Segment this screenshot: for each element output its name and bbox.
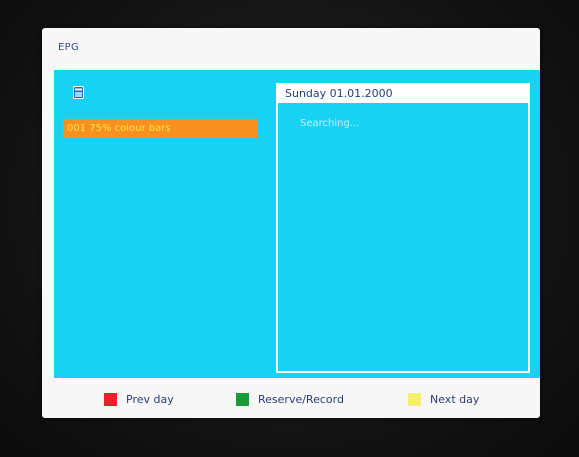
- red-key-icon: [104, 392, 117, 406]
- epg-window: EPG 001 75% colour bars Sunday 01.01.200…: [42, 28, 540, 418]
- next-day-label: Next day: [430, 392, 480, 406]
- channel-list-item[interactable]: 001 75% colour bars: [63, 119, 258, 138]
- green-key-icon: [236, 392, 249, 406]
- tv-channel-icon: [73, 84, 84, 99]
- reserve-record-label: Reserve/Record: [258, 392, 344, 406]
- prev-day-button[interactable]: Prev day: [104, 392, 174, 406]
- reserve-record-button[interactable]: Reserve/Record: [236, 392, 344, 406]
- yellow-key-icon: [408, 392, 421, 406]
- tv-screen: EPG 001 75% colour bars Sunday 01.01.200…: [0, 0, 579, 457]
- searching-status: Searching...: [300, 118, 360, 129]
- next-day-button[interactable]: Next day: [408, 392, 479, 406]
- event-list-panel: Sunday 01.01.2000 Searching...: [276, 83, 530, 373]
- color-key-legend: Prev day Reserve/Record Next day: [42, 378, 540, 418]
- prev-day-label: Prev day: [126, 392, 174, 406]
- date-header: Sunday 01.01.2000: [278, 85, 528, 103]
- epg-content-area: 001 75% colour bars Sunday 01.01.2000 Se…: [54, 70, 540, 378]
- epg-title: EPG: [58, 42, 79, 53]
